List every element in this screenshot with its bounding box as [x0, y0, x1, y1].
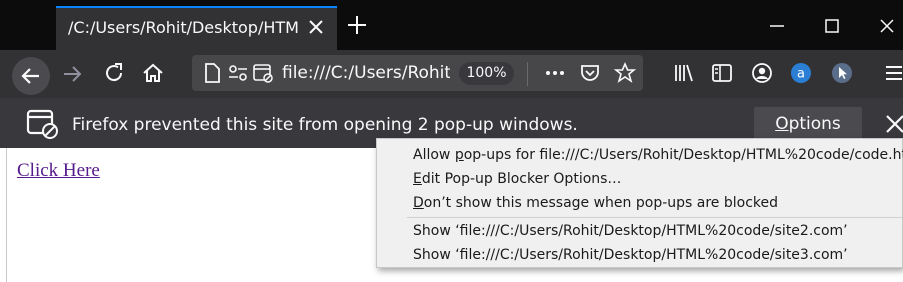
pocket-icon[interactable] — [578, 61, 602, 85]
menu-item-show-site3[interactable]: Show ‘file:///C:/Users/Rohit/Desktop/HTM… — [413, 247, 848, 263]
reload-icon[interactable] — [102, 61, 126, 85]
cursor-extension-icon[interactable] — [830, 61, 854, 85]
bookmark-star-icon[interactable] — [613, 61, 637, 85]
menu-item-dont-show-message[interactable]: Don’t show this message when pop-ups are… — [413, 195, 778, 211]
popup-blocked-icon — [26, 109, 58, 139]
minimize-icon[interactable] — [767, 16, 787, 36]
close-icon[interactable] — [884, 113, 903, 135]
home-icon[interactable] — [141, 61, 165, 85]
forward-icon[interactable] — [60, 62, 84, 86]
options-label: ptions — [788, 114, 841, 134]
menu-icon[interactable] — [882, 61, 903, 85]
page-icon[interactable] — [200, 61, 224, 85]
active-tab[interactable]: /C:/Users/Rohit/Desktop/HTML%20 — [56, 6, 337, 50]
options-button[interactable]: Options — [754, 107, 862, 141]
zoom-indicator[interactable]: 100% — [459, 62, 514, 85]
menu-separator — [407, 217, 902, 218]
account-icon[interactable] — [750, 61, 774, 85]
close-icon[interactable] — [306, 17, 326, 37]
popup-options-menu: Allow pop-ups for file:///C:/Users/Rohit… — [376, 138, 903, 268]
sidebar-icon[interactable] — [710, 61, 734, 85]
more-icon[interactable] — [543, 61, 567, 85]
popup-blocked-icon[interactable] — [251, 61, 275, 85]
back-icon[interactable] — [19, 64, 43, 88]
page-border — [6, 148, 7, 282]
library-icon[interactable] — [672, 61, 696, 85]
window-close-icon[interactable] — [877, 16, 897, 36]
maximize-icon[interactable] — [822, 16, 842, 36]
popup-notification-message: Firefox prevented this site from opening… — [72, 115, 578, 135]
click-here-link[interactable]: Click Here — [17, 160, 100, 182]
tab-title: /C:/Users/Rohit/Desktop/HTML%20 — [68, 18, 300, 37]
menu-item-allow-popups[interactable]: Allow pop-ups for file:///C:/Users/Rohit… — [413, 147, 903, 163]
url-text[interactable]: file:///C:/Users/Rohit/ — [282, 63, 450, 83]
menu-item-show-site2[interactable]: Show ‘file:///C:/Users/Rohit/Desktop/HTM… — [413, 223, 848, 239]
plus-icon[interactable] — [346, 14, 368, 36]
extension-icon[interactable]: a — [789, 61, 813, 85]
menu-item-edit-blocker-options[interactable]: Edit Pop-up Blocker Options… — [413, 171, 621, 187]
urlbar-separator — [527, 62, 528, 86]
options-access-key: O — [775, 114, 789, 134]
permissions-icon[interactable] — [226, 61, 250, 85]
svg-text:a: a — [797, 67, 805, 82]
